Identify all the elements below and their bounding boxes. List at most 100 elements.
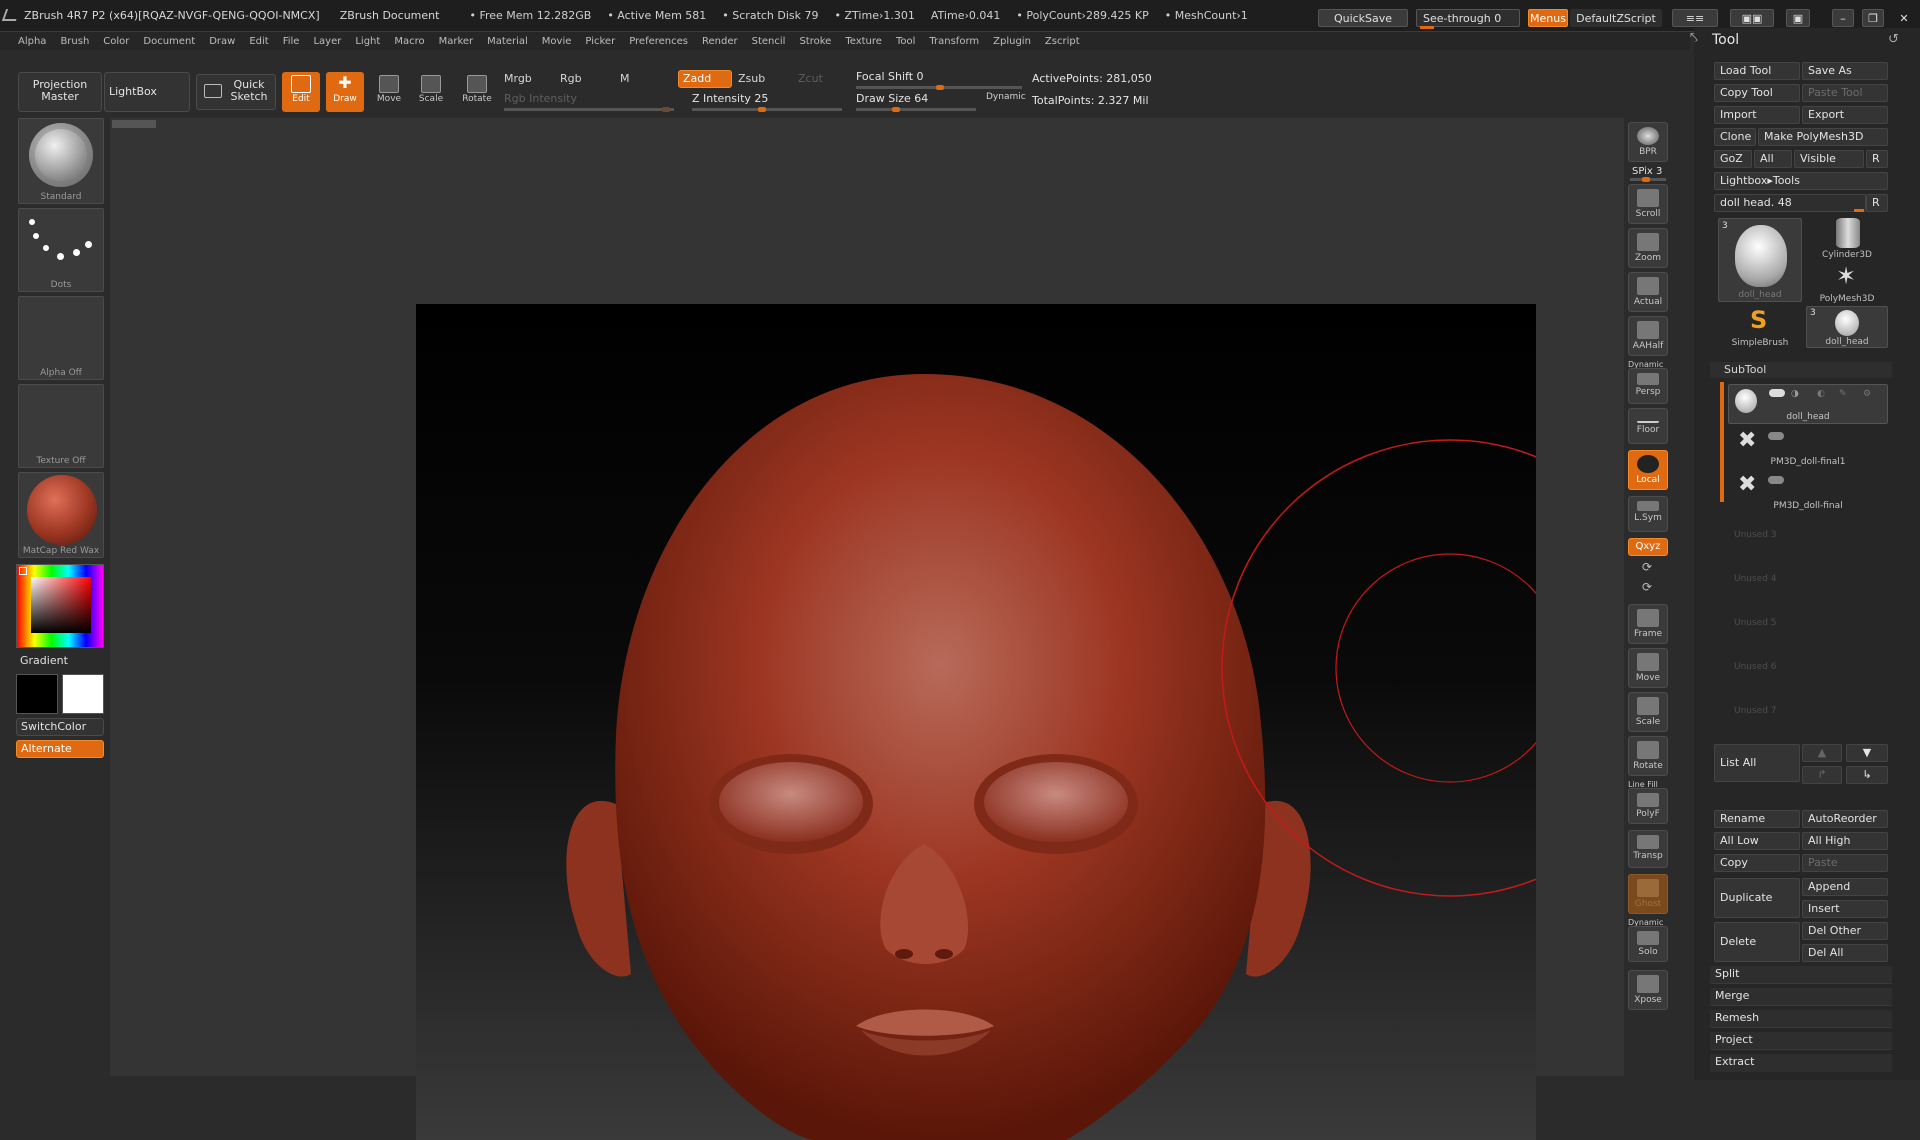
make-polymesh3d-button[interactable]: Make PolyMesh3D — [1758, 128, 1888, 146]
remesh-menu[interactable]: Remesh — [1710, 1010, 1892, 1028]
menu-movie[interactable]: Movie — [542, 36, 572, 47]
frame-button[interactable]: Frame — [1628, 604, 1668, 644]
menu-alpha[interactable]: Alpha — [18, 36, 46, 47]
solo-sub-icon[interactable]: ◐ — [1817, 389, 1825, 399]
edit-button[interactable]: Edit — [282, 72, 320, 112]
gradient-toggle[interactable]: Gradient — [20, 654, 68, 667]
tool-thumb-polymesh3d[interactable]: ✶ PolyMesh3D — [1806, 262, 1888, 304]
rotate-button[interactable]: Rotate — [458, 72, 496, 112]
autoreorder-button[interactable]: AutoReorder — [1802, 810, 1888, 828]
menu-texture[interactable]: Texture — [845, 36, 882, 47]
menu-stroke[interactable]: Stroke — [799, 36, 831, 47]
close-icon[interactable]: ✕ — [1892, 9, 1916, 27]
draw-button[interactable]: ✚ Draw — [326, 72, 364, 112]
extract-menu[interactable]: Extract — [1710, 1054, 1892, 1072]
menu-material[interactable]: Material — [487, 36, 528, 47]
goz-all-button[interactable]: All — [1754, 150, 1792, 168]
menu-tool[interactable]: Tool — [896, 36, 915, 47]
all-high-button[interactable]: All High — [1802, 832, 1888, 850]
window-layout-icon[interactable]: ▣▣ — [1730, 9, 1774, 27]
menu-brush[interactable]: Brush — [60, 36, 89, 47]
move-view-button[interactable]: Move — [1628, 648, 1668, 688]
menu-color[interactable]: Color — [103, 36, 129, 47]
subtool-scrollbar[interactable] — [1720, 382, 1724, 502]
rotate-y-icon[interactable]: ⟳ — [1642, 560, 1652, 574]
menu-zscript[interactable]: Zscript — [1045, 36, 1080, 47]
subtool-row-doll-head[interactable]: ◑ ◐ ✎ ⚙ doll_head — [1728, 384, 1888, 424]
tool-thumb-doll-head[interactable]: 3 doll_head — [1718, 218, 1802, 302]
zcut-button[interactable]: Zcut — [798, 72, 823, 85]
floor-button[interactable]: Floor — [1628, 408, 1668, 444]
import-button[interactable]: Import — [1714, 106, 1800, 124]
main-color-swatch[interactable] — [16, 674, 58, 714]
secondary-color-swatch[interactable] — [62, 674, 104, 714]
polyf-button[interactable]: PolyF — [1628, 788, 1668, 824]
color-picker[interactable] — [16, 564, 104, 648]
move-bottom-icon[interactable]: ↳ — [1846, 766, 1888, 784]
edit-sub-icon[interactable]: ✎ — [1839, 389, 1847, 399]
projection-master-button[interactable]: Projection Master — [18, 72, 102, 112]
mrgb-button[interactable]: Mrgb — [504, 72, 532, 85]
goz-r-button[interactable]: R — [1866, 150, 1888, 168]
texture-picker[interactable]: Texture Off — [18, 384, 104, 468]
palette-pin-icon[interactable]: ⤣ — [1690, 30, 1698, 46]
zadd-button[interactable]: Zadd — [678, 70, 732, 88]
alpha-picker[interactable]: Alpha Off — [18, 296, 104, 380]
paste-tool-button[interactable]: Paste Tool — [1802, 84, 1888, 102]
dynamic-toggle[interactable]: Dynamic — [986, 92, 1026, 102]
menu-file[interactable]: File — [283, 36, 300, 47]
persp-button[interactable]: Persp — [1628, 368, 1668, 404]
tool-thumb-cylinder3d[interactable]: Cylinder3D — [1806, 218, 1888, 260]
tool-thumb-simplebrush[interactable]: S SimpleBrush — [1718, 306, 1802, 348]
split-menu[interactable]: Split — [1710, 966, 1892, 984]
ghost-button[interactable]: Ghost — [1628, 874, 1668, 914]
spix-slider[interactable]: SPix 3 — [1632, 166, 1662, 177]
document-canvas[interactable] — [416, 304, 1536, 1140]
subtool-row-pm3d-final1[interactable]: ✖ PM3D_doll-final1 — [1728, 428, 1888, 468]
switchcolor-button[interactable]: SwitchColor — [16, 718, 104, 736]
rotate-z-icon[interactable]: ⟳ — [1642, 580, 1652, 594]
menu-picker[interactable]: Picker — [585, 36, 615, 47]
subtool-row-pm3d-final[interactable]: ✖ PM3D_doll-final — [1728, 472, 1888, 512]
all-low-button[interactable]: All Low — [1714, 832, 1800, 850]
local-button[interactable]: Local — [1628, 450, 1668, 490]
rgb-intensity-slider[interactable]: Rgb Intensity — [504, 92, 577, 105]
restore-icon[interactable]: ❐ — [1862, 9, 1884, 27]
reset-icon[interactable]: ↺ — [1888, 32, 1899, 47]
xyz-button[interactable]: Qxyz — [1628, 538, 1668, 556]
menu-draw[interactable]: Draw — [209, 36, 235, 47]
menu-light[interactable]: Light — [355, 36, 380, 47]
merge-menu[interactable]: Merge — [1710, 988, 1892, 1006]
rename-button[interactable]: Rename — [1714, 810, 1800, 828]
move-down-icon[interactable]: ▼ — [1846, 744, 1888, 762]
sculpt-viewport[interactable] — [416, 304, 1536, 1140]
settings-sub-icon[interactable]: ⚙ — [1863, 389, 1871, 399]
m-button[interactable]: M — [620, 72, 630, 85]
current-tool-r-button[interactable]: R — [1866, 194, 1888, 212]
visibility-eye-icon-3[interactable] — [1768, 476, 1784, 484]
menu-preferences[interactable]: Preferences — [629, 36, 688, 47]
focal-shift-slider[interactable]: Focal Shift 0 — [856, 70, 924, 83]
append-button[interactable]: Append — [1802, 878, 1888, 896]
polypaint-icon[interactable]: ◑ — [1791, 389, 1799, 399]
menus-button[interactable]: Menus — [1528, 9, 1568, 27]
tool-thumb-doll-head-2[interactable]: 3 doll_head — [1806, 306, 1888, 348]
scale-view-button[interactable]: Scale — [1628, 692, 1668, 732]
quicksave-button[interactable]: QuickSave — [1318, 9, 1408, 27]
list-all-button[interactable]: List All — [1714, 744, 1800, 782]
xpose-button[interactable]: Xpose — [1628, 970, 1668, 1010]
move-button[interactable]: Move — [370, 72, 408, 112]
insert-button[interactable]: Insert — [1802, 900, 1888, 918]
paste-button[interactable]: Paste — [1802, 854, 1888, 872]
subtool-header[interactable]: SubTool — [1710, 362, 1892, 378]
interface-layout-icon[interactable]: ≡≡ — [1672, 9, 1718, 27]
copy-button[interactable]: Copy — [1714, 854, 1800, 872]
visibility-eye-icon-2[interactable] — [1768, 432, 1784, 440]
visibility-eye-icon[interactable] — [1769, 389, 1785, 397]
see-through-slider[interactable]: See-through 0 — [1416, 9, 1520, 27]
zsub-button[interactable]: Zsub — [738, 72, 765, 85]
alternate-button[interactable]: Alternate — [16, 740, 104, 758]
current-tool-slider[interactable]: doll head. 48 — [1714, 194, 1866, 212]
z-intensity-slider[interactable]: Z Intensity 25 — [692, 92, 768, 105]
menu-stencil[interactable]: Stencil — [752, 36, 786, 47]
